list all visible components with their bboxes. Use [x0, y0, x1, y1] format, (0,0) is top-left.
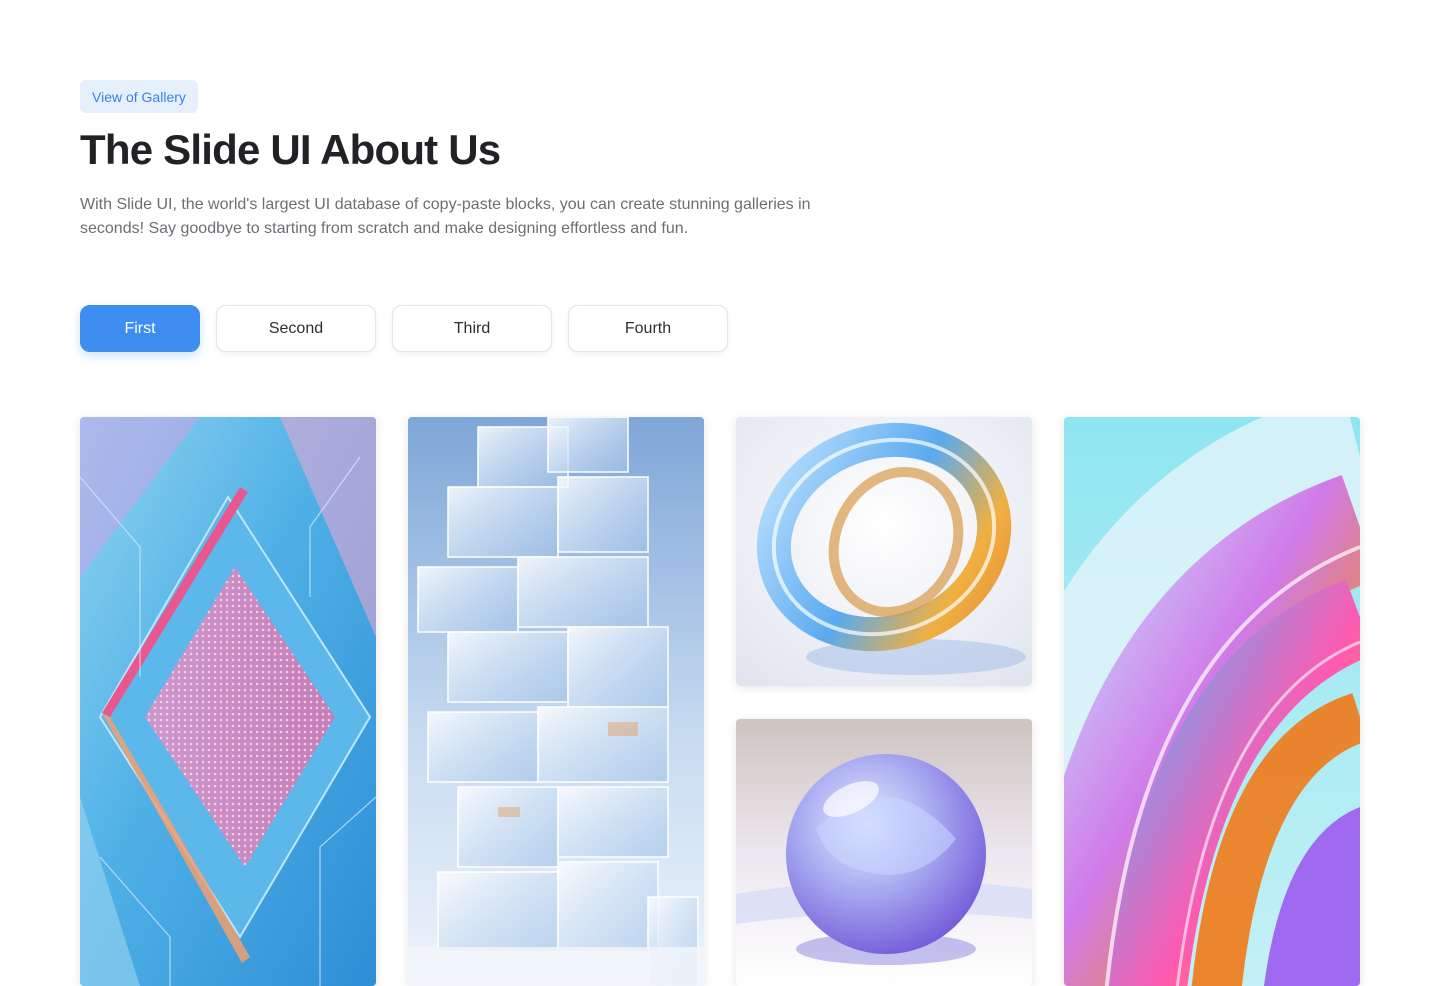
glass-cubes-tower-image[interactable]	[408, 417, 704, 986]
page-description: With Slide UI, the world's largest UI da…	[80, 196, 811, 237]
tab-third[interactable]: Third	[392, 305, 552, 352]
glass-torus-ring-image[interactable]	[736, 417, 1032, 686]
gallery-badge: View of Gallery	[80, 80, 198, 113]
tab-second[interactable]: Second	[216, 305, 376, 352]
tab-fourth[interactable]: Fourth	[568, 305, 728, 352]
tab-first[interactable]: First	[80, 305, 200, 352]
gallery-tabs: First Second Third Fourth	[80, 305, 728, 352]
iridescent-swirl-image[interactable]	[1064, 417, 1360, 986]
circuit-board-image[interactable]	[80, 417, 376, 986]
page-title: The Slide UI About Us	[80, 126, 501, 173]
glass-sphere-image[interactable]	[736, 719, 1032, 986]
